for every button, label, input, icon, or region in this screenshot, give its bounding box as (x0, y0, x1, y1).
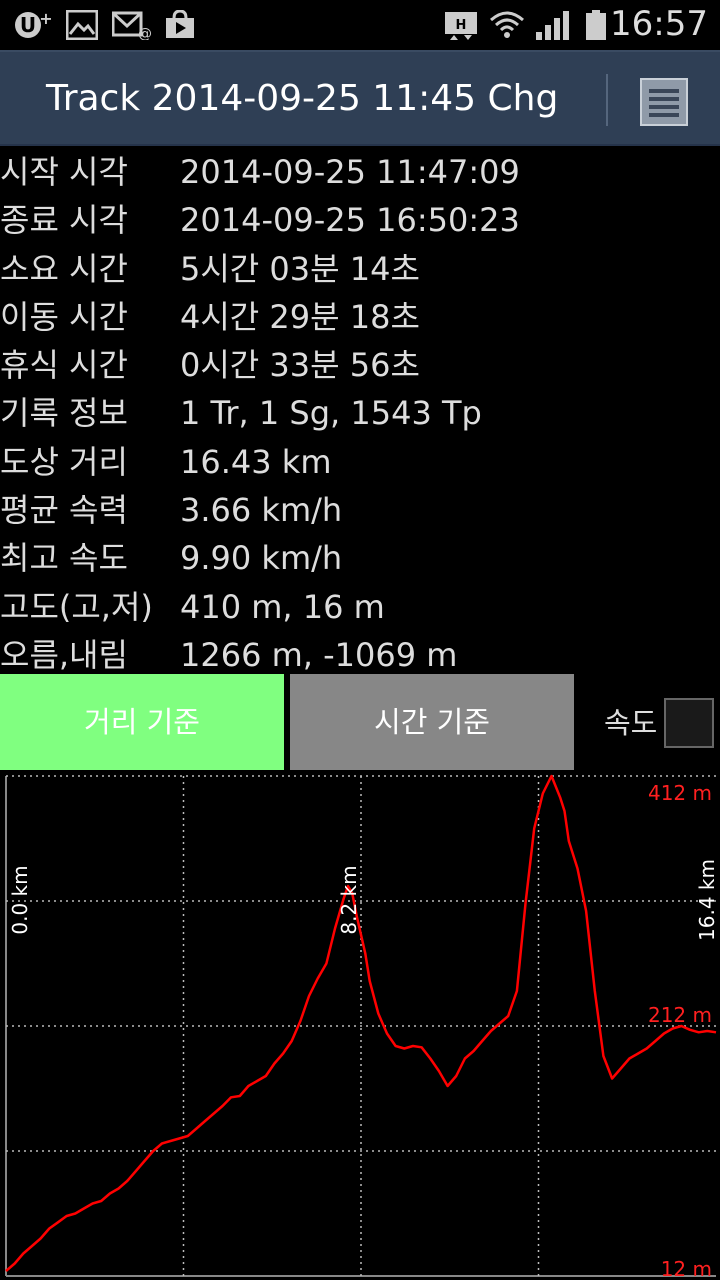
info-row-end-time: 종료 시각 2014-09-25 16:50:23 (0, 196, 720, 244)
info-value: 410 m, 16 m (180, 587, 385, 626)
store-icon (166, 10, 194, 38)
x-label-start: 0.0 km (8, 865, 32, 934)
info-label: 종료 시각 (0, 201, 128, 240)
info-label: 오름,내림 (0, 635, 128, 674)
action-bar-divider (606, 74, 608, 126)
info-row-rest-time: 휴식 시간 0시간 33분 56초 (0, 341, 720, 389)
info-label: 소요 시간 (0, 249, 128, 288)
info-row-total-time: 소요 시간 5시간 03분 14초 (0, 245, 720, 293)
track-title: Track 2014-09-25 11:45 Chg (46, 78, 559, 119)
distance-basis-button[interactable]: 거리 기준 (0, 674, 284, 770)
x-label-mid: 8.2 km (337, 865, 361, 934)
status-time: 16:57 (610, 4, 708, 44)
y-label-mid: 212 m (648, 1003, 712, 1027)
info-value: 16.43 km (180, 442, 332, 481)
info-row-moving-time: 이동 시간 4시간 29분 18초 (0, 293, 720, 341)
y-label-bottom: 12 m (661, 1257, 712, 1280)
info-value: 2014-09-25 16:50:23 (180, 201, 520, 240)
u-plus-icon: U + (15, 10, 53, 38)
image-icon (66, 10, 98, 40)
info-row-altitude: 고도(고,저) 410 m, 16 m (0, 583, 720, 631)
svg-text:@: @ (138, 26, 152, 40)
menu-icon[interactable] (639, 77, 689, 127)
info-row-average-speed: 평균 속력 3.66 km/h (0, 486, 720, 534)
svg-text:+: + (39, 10, 52, 28)
info-label: 휴식 시간 (0, 346, 128, 385)
info-value: 4시간 29분 18초 (180, 297, 420, 336)
signal-icon (536, 11, 569, 40)
info-value: 2014-09-25 11:47:09 (180, 153, 520, 191)
data-sync-icon: H (445, 12, 477, 40)
svg-text:H: H (456, 18, 467, 33)
info-label: 기록 정보 (0, 394, 128, 433)
info-value: 9.90 km/h (180, 539, 343, 578)
x-label-end: 16.4 km (695, 859, 719, 941)
info-row-record-info: 기록 정보 1 Tr, 1 Sg, 1543 Tp (0, 389, 720, 437)
action-bar: Track 2014-09-25 11:45 Chg (0, 50, 720, 146)
info-value: 0시간 33분 56초 (180, 346, 420, 385)
track-info: 시작 시각 2014-09-25 11:47:09 종료 시각 2014-09-… (0, 148, 720, 679)
info-label: 이동 시간 (0, 297, 128, 336)
email-icon: @ (112, 11, 152, 40)
status-bar: U + @ H 16:57 (0, 0, 720, 50)
time-basis-button[interactable]: 시간 기준 (290, 674, 574, 770)
speed-checkbox[interactable] (664, 698, 714, 748)
info-label: 평균 속력 (0, 491, 128, 530)
info-label: 시작 시각 (0, 153, 128, 191)
info-label: 고도(고,저) (0, 587, 153, 626)
info-value: 3.66 km/h (180, 491, 343, 530)
info-row-start-time: 시작 시각 2014-09-25 11:47:09 (0, 148, 720, 196)
info-row-ascent-descent: 오름,내림 1266 m, -1069 m (0, 631, 720, 679)
speed-label: 속도 (604, 706, 658, 740)
info-label: 최고 속도 (0, 539, 128, 578)
info-value: 1266 m, -1069 m (180, 635, 458, 674)
info-row-max-speed: 최고 속도 9.90 km/h (0, 534, 720, 582)
elevation-chart: 0.0 km 8.2 km 16.4 km 412 m 212 m 12 m (5, 774, 719, 1280)
chart-grid (5, 775, 716, 1277)
info-row-distance: 도상 거리 16.43 km (0, 438, 720, 486)
info-label: 도상 거리 (0, 442, 128, 481)
wifi-icon (490, 11, 524, 38)
info-value: 5시간 03분 14초 (180, 249, 420, 288)
info-value: 1 Tr, 1 Sg, 1543 Tp (180, 394, 482, 433)
battery-icon (586, 10, 606, 40)
y-label-top: 412 m (648, 781, 712, 805)
svg-text:U: U (20, 13, 36, 37)
